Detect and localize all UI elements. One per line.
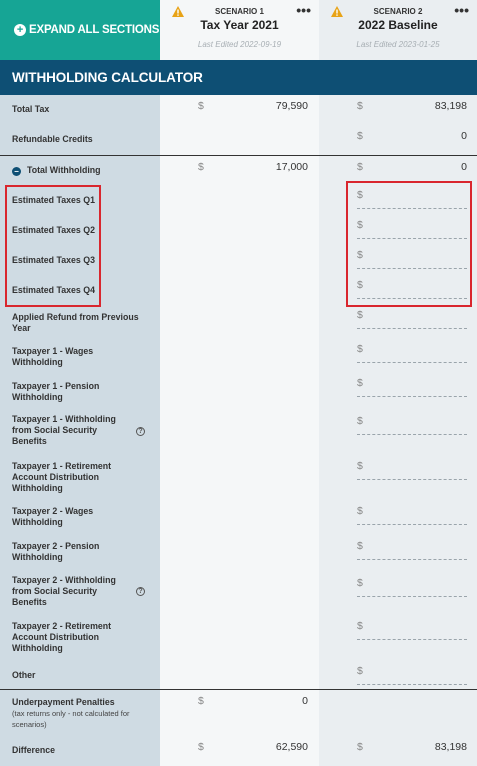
currency-symbol: $ — [357, 343, 363, 355]
tp2-wages-label: Taxpayer 2 - Wages Withholding — [12, 506, 94, 527]
currency-symbol: $ — [357, 415, 363, 427]
underpayment-label: Underpayment Penalties (tax returns only… — [12, 697, 152, 730]
value: 0 — [461, 130, 467, 142]
total-withholding-s1: $ 17,000 — [198, 161, 308, 181]
section-divider — [0, 689, 477, 690]
tp2-pension-label: Taxpayer 2 - Pension Withholding — [12, 541, 100, 562]
tp2-retirement-label: Taxpayer 2 - Retirement Account Distribu… — [12, 621, 112, 653]
value: 0 — [302, 695, 308, 707]
warning-icon[interactable] — [331, 6, 343, 17]
minus-circle-icon[interactable]: − — [12, 167, 21, 176]
scenario1-last-edited: Last Edited 2022-09-19 — [197, 40, 282, 49]
expand-all-label: EXPAND ALL SECTIONS — [29, 24, 160, 36]
difference-s1: $ 62,590 — [198, 741, 308, 761]
total-tax-label: Total Tax — [12, 104, 50, 114]
underpayment-s1: $ 0 — [198, 695, 308, 715]
tp2-ss-input[interactable]: $ — [357, 577, 467, 597]
currency-symbol: $ — [198, 741, 204, 753]
total-tax-s1: $ 79,590 — [198, 100, 308, 120]
applied-refund-label: Applied Refund from Previous Year — [12, 312, 139, 333]
tp2-ss-label: Taxpayer 2 - Withholding from Social Sec… — [12, 575, 116, 607]
value: 83,198 — [434, 741, 467, 753]
more-icon[interactable]: ••• — [454, 2, 469, 18]
scenario1-name[interactable]: Tax Year 2021 — [160, 18, 319, 32]
warning-icon[interactable] — [172, 6, 184, 17]
currency-symbol: $ — [357, 505, 363, 517]
value: 17,000 — [275, 161, 308, 173]
difference-s2: $ 83,198 — [357, 741, 467, 761]
scenario1-header: ••• SCENARIO 1 Tax Year 2021 Last Edited… — [160, 0, 319, 60]
value: 0 — [461, 161, 467, 173]
tp1-retirement-label: Taxpayer 1 - Retirement Account Distribu… — [12, 461, 112, 493]
currency-symbol: $ — [198, 161, 204, 173]
value: 62,590 — [275, 741, 308, 753]
scenario2-header: ••• SCENARIO 2 2022 Baseline Last Edited… — [319, 0, 477, 60]
currency-symbol: $ — [357, 665, 363, 677]
tp2-wages-input[interactable]: $ — [357, 505, 467, 525]
difference-label: Difference — [12, 745, 56, 755]
currency-symbol: $ — [357, 309, 363, 321]
highlight-box-labels — [5, 185, 101, 307]
value: 79,590 — [275, 100, 308, 112]
tp1-ss-label: Taxpayer 1 - Withholding from Social Sec… — [12, 414, 116, 446]
tp1-pension-label: Taxpayer 1 - Pension Withholding — [12, 381, 100, 402]
currency-symbol: $ — [357, 577, 363, 589]
applied-refund-input[interactable]: $ — [357, 309, 467, 329]
tp1-wages-label: Taxpayer 1 - Wages Withholding — [12, 346, 94, 367]
total-withholding-label: Total Withholding — [27, 165, 101, 175]
scenario2-name[interactable]: 2022 Baseline — [319, 18, 477, 32]
total-withholding-s2: $ 0 — [357, 161, 467, 181]
tp1-wages-input[interactable]: $ — [357, 343, 467, 363]
currency-symbol: $ — [357, 377, 363, 389]
value: 83,198 — [434, 100, 467, 112]
highlight-box-inputs — [346, 181, 472, 307]
currency-symbol: $ — [357, 620, 363, 632]
help-icon[interactable]: ? — [136, 587, 145, 596]
page-title: WITHHOLDING CALCULATOR — [0, 60, 477, 95]
currency-symbol: $ — [357, 130, 363, 142]
currency-symbol: $ — [357, 741, 363, 753]
more-icon[interactable]: ••• — [296, 2, 311, 18]
total-tax-s2: $ 83,198 — [357, 100, 467, 120]
other-label: Other — [12, 670, 36, 680]
section-divider — [0, 155, 477, 156]
tp1-ss-input[interactable]: $ — [357, 415, 467, 435]
underpayment-title: Underpayment Penalties — [12, 697, 115, 707]
refundable-credits-s2: $ 0 — [357, 130, 467, 150]
currency-symbol: $ — [357, 460, 363, 472]
total-withholding-toggle[interactable]: − Total Withholding — [12, 165, 147, 176]
refundable-credits-label: Refundable Credits — [12, 134, 93, 144]
tp1-retirement-input[interactable]: $ — [357, 460, 467, 480]
help-icon[interactable]: ? — [136, 427, 145, 436]
expand-all-sections-button[interactable]: + EXPAND ALL SECTIONS — [0, 0, 160, 60]
plus-circle-icon: + — [14, 24, 26, 36]
scenario2-last-edited: Last Edited 2023-01-25 — [356, 40, 440, 49]
tp1-pension-input[interactable]: $ — [357, 377, 467, 397]
currency-symbol: $ — [198, 695, 204, 707]
underpayment-note: (tax returns only - not calculated for s… — [12, 709, 130, 729]
tp2-retirement-input[interactable]: $ — [357, 620, 467, 640]
currency-symbol: $ — [198, 100, 204, 112]
currency-symbol: $ — [357, 161, 363, 173]
other-input[interactable]: $ — [357, 665, 467, 685]
currency-symbol: $ — [357, 540, 363, 552]
tp2-pension-input[interactable]: $ — [357, 540, 467, 560]
currency-symbol: $ — [357, 100, 363, 112]
